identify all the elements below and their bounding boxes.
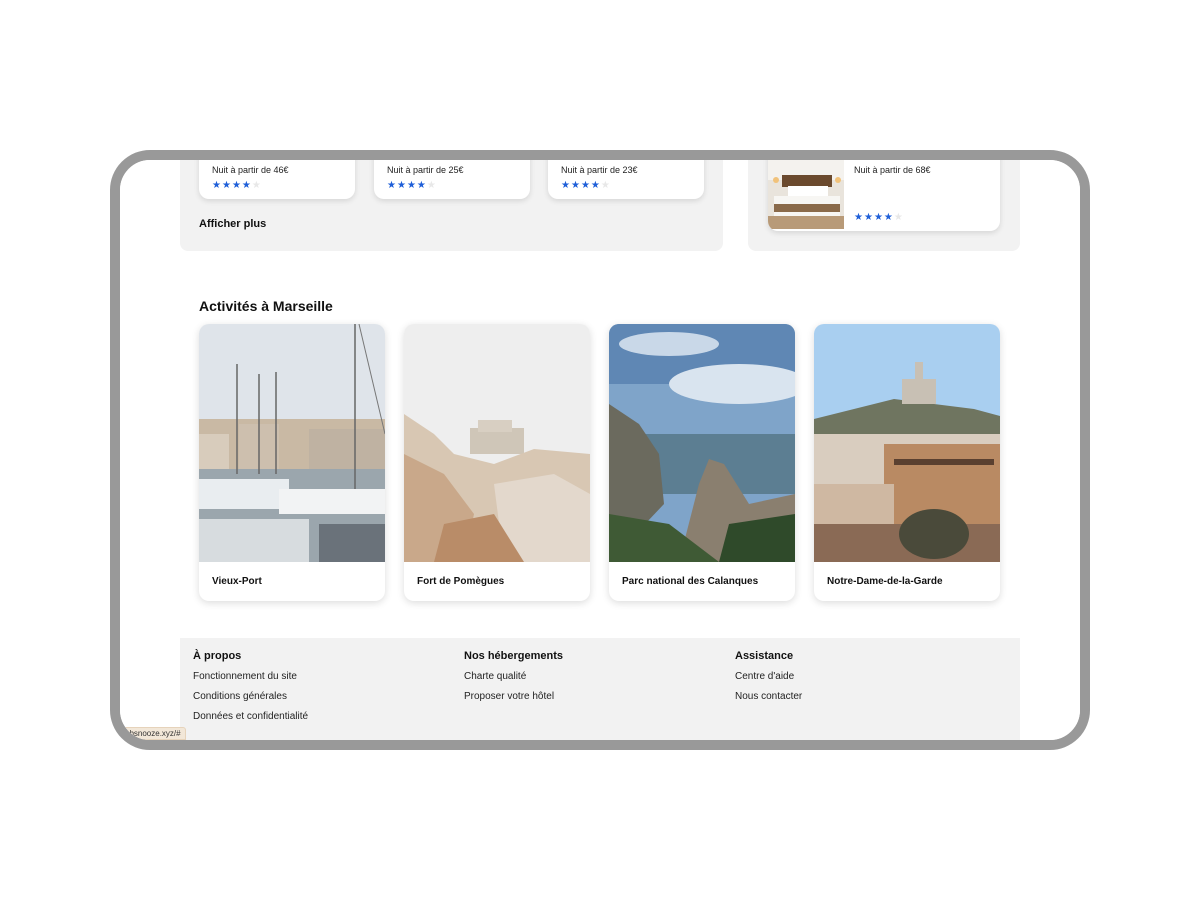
vieux-port-image	[199, 324, 385, 562]
star-icon: ★	[251, 180, 261, 191]
footer-link[interactable]: Proposer votre hôtel	[464, 691, 563, 702]
hotel-room-image	[768, 160, 844, 229]
featured-hotel-panel: Nuit à partir de 68€ ★ ★ ★ ★ ★	[748, 160, 1020, 251]
footer-heading: Nos hébergements	[464, 650, 564, 662]
star-icon: ★	[580, 180, 590, 191]
footer-column-about: À propos Fonctionnement du site Conditio…	[193, 650, 308, 731]
star-icon: ★	[387, 180, 396, 191]
footer: À propos Fonctionnement du site Conditio…	[180, 638, 1020, 740]
star-icon: ★	[212, 180, 221, 191]
hotels-panel: Nuit à partir de 46€ ★ ★ ★ ★ ★ Nuit à partir…	[180, 160, 723, 251]
star-icon: ★	[561, 180, 570, 191]
star-icon: ★	[570, 180, 580, 191]
hotel-card[interactable]: Nuit à partir de 25€ ★ ★ ★ ★ ★	[374, 160, 530, 199]
notre-dame-de-la-garde-image	[814, 324, 1000, 562]
star-icon: ★	[893, 212, 903, 223]
footer-heading: Assistance	[735, 650, 794, 662]
activities-title: Activités à Marseille	[199, 298, 333, 314]
hotel-price: Nuit à partir de 25€	[387, 165, 464, 175]
activity-label: Fort de Pomègues	[417, 576, 505, 587]
star-icon: ★	[854, 212, 863, 223]
star-icon: ★	[231, 180, 241, 191]
footer-heading: À propos	[193, 650, 242, 662]
fort-de-pomegues-image	[404, 324, 590, 562]
device-frame: Nuit à partir de 46€ ★ ★ ★ ★ ★ Nuit à partir…	[110, 150, 1090, 750]
calanques-image	[609, 324, 795, 562]
star-icon: ★	[406, 180, 416, 191]
footer-link[interactable]: Données et confidentialité	[193, 711, 308, 722]
activity-card-fort-de-pomegues[interactable]: Fort de Pomègues	[404, 324, 590, 601]
star-rating: ★ ★ ★ ★ ★	[854, 213, 903, 223]
footer-link[interactable]: Charte qualité	[464, 671, 563, 682]
star-icon: ★	[241, 180, 251, 191]
footer-column-accommodations: Nos hébergements Charte qualité Proposer…	[464, 650, 563, 711]
status-bar-url: ebsnooze.xyz/#	[120, 727, 186, 740]
star-rating: ★ ★ ★ ★ ★	[212, 181, 261, 191]
hotel-card[interactable]: Nuit à partir de 46€ ★ ★ ★ ★ ★	[199, 160, 355, 199]
star-rating: ★ ★ ★ ★ ★	[561, 181, 610, 191]
star-icon: ★	[416, 180, 426, 191]
activity-card-notre-dame-de-la-garde[interactable]: Notre-Dame-de-la-Garde	[814, 324, 1000, 601]
footer-column-support: Assistance Centre d'aide Nous contacter	[735, 650, 802, 711]
star-icon: ★	[221, 180, 231, 191]
activity-card-parc-national-des-calanques[interactable]: Parc national des Calanques	[609, 324, 795, 601]
footer-link[interactable]: Nous contacter	[735, 691, 802, 702]
footer-link[interactable]: Conditions générales	[193, 691, 308, 702]
star-icon: ★	[396, 180, 406, 191]
activity-label: Vieux-Port	[212, 576, 262, 587]
hotel-price: Nuit à partir de 68€	[854, 165, 931, 175]
star-icon: ★	[873, 212, 883, 223]
star-icon: ★	[883, 212, 893, 223]
activity-label: Parc national des Calanques	[622, 576, 759, 587]
star-rating: ★ ★ ★ ★ ★	[387, 181, 436, 191]
browser-viewport: Nuit à partir de 46€ ★ ★ ★ ★ ★ Nuit à partir…	[120, 160, 1080, 740]
star-icon: ★	[863, 212, 873, 223]
footer-link[interactable]: Centre d'aide	[735, 671, 802, 682]
star-icon: ★	[590, 180, 600, 191]
star-icon: ★	[426, 180, 436, 191]
show-more-link[interactable]: Afficher plus	[199, 218, 266, 230]
footer-link[interactable]: Fonctionnement du site	[193, 671, 308, 682]
hotel-price: Nuit à partir de 46€	[212, 165, 289, 175]
activity-card-vieux-port[interactable]: Vieux-Port	[199, 324, 385, 601]
star-icon: ★	[600, 180, 610, 191]
featured-hotel-card[interactable]: Nuit à partir de 68€ ★ ★ ★ ★ ★	[768, 160, 1000, 231]
activity-label: Notre-Dame-de-la-Garde	[827, 576, 943, 587]
hotel-price: Nuit à partir de 23€	[561, 165, 638, 175]
hotel-card[interactable]: Nuit à partir de 23€ ★ ★ ★ ★ ★	[548, 160, 704, 199]
